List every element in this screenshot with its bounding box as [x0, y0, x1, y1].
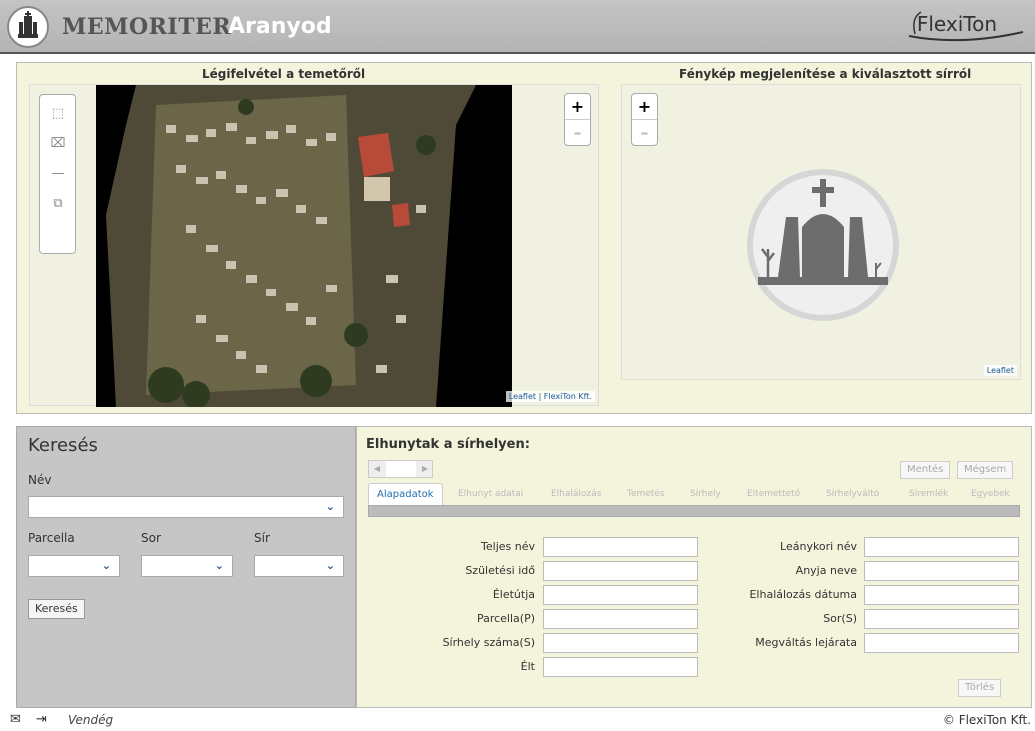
header-bar: MEMORITER Aranyod FlexiTon	[0, 0, 1035, 54]
photo-zoom-in-button[interactable]: +	[632, 94, 657, 119]
row-label: Sor	[141, 531, 161, 545]
chevron-down-icon: ⌄	[325, 500, 335, 513]
map-panel: Légifelvétel a temetőről Fénykép megjele…	[16, 62, 1032, 414]
login-icon[interactable]: ⇥	[36, 712, 47, 727]
aerial-map-title: Légifelvétel a temetőről	[202, 67, 366, 81]
aerial-map[interactable]: ⬚ ⌧ — ⧉ + – Leaflet | FlexiTon Kft.	[29, 84, 599, 407]
lived-label: Élt	[520, 660, 535, 673]
draw-line-icon[interactable]: —	[49, 165, 67, 183]
redemption-expiry-input[interactable]	[864, 633, 1019, 653]
biography-label: Életútja	[492, 588, 535, 601]
details-tabs: Alapadatok Elhunyt adatai Elhalálozás Te…	[368, 483, 1022, 521]
photo-zoom-out-button[interactable]: –	[632, 119, 657, 144]
details-panel: Elhunytak a sírhelyen: ◀ ▶ Mentés Mégsem…	[356, 426, 1032, 708]
flexiton-logo-text: FlexiTon	[916, 12, 997, 36]
tab-alapadatok[interactable]: Alapadatok	[368, 483, 443, 505]
pager-prev-icon[interactable]: ◀	[369, 461, 385, 477]
save-button[interactable]: Mentés	[900, 461, 951, 479]
tab-egyebek[interactable]: Egyebek	[971, 489, 1010, 499]
aerial-zoom-out-button[interactable]: –	[565, 119, 590, 144]
parcel-select[interactable]: ⌄	[28, 555, 120, 577]
tab-elhalalozas[interactable]: Elhalálozás	[551, 489, 601, 499]
aerial-zoom-in-button[interactable]: +	[565, 94, 590, 119]
grave-placeholder-icon	[747, 169, 899, 321]
mother-name-label: Anyja neve	[795, 564, 857, 577]
photo-map-title: Fénykép megjelenítése a kiválasztott sír…	[679, 67, 972, 81]
town-name: Aranyod	[228, 14, 332, 39]
name-select[interactable]: ⌄	[28, 496, 344, 518]
grave-select[interactable]: ⌄	[254, 555, 344, 577]
aerial-photo	[96, 85, 512, 407]
draw-polygon-icon[interactable]: ⌧	[49, 135, 67, 153]
search-title: Keresés	[28, 435, 98, 456]
tab-content-bar	[368, 505, 1020, 517]
tab-sirhelyvalto[interactable]: Sírhelyváltó	[826, 489, 879, 499]
row-select[interactable]: ⌄	[141, 555, 233, 577]
chevron-down-icon: ⌄	[325, 559, 335, 572]
birth-date-label: Születési idő	[465, 564, 535, 577]
pager-current	[386, 461, 416, 477]
photo-zoom-control: + –	[631, 93, 658, 146]
current-user: Vendég	[68, 713, 114, 727]
death-date-input[interactable]	[864, 585, 1019, 605]
parcel-input[interactable]	[543, 609, 698, 629]
death-date-label: Elhalálozás dátuma	[749, 588, 857, 601]
copyright-text: © FlexiTon Kft.	[942, 713, 1031, 727]
full-name-label: Teljes név	[481, 540, 535, 553]
full-name-input[interactable]	[543, 537, 698, 557]
maiden-name-label: Leánykori név	[780, 540, 857, 553]
chevron-down-icon: ⌄	[101, 559, 111, 572]
grave-label: Sír	[254, 531, 270, 545]
brand-name: MEMORITER	[62, 14, 232, 40]
draw-toolbar: ⬚ ⌧ — ⧉	[39, 94, 76, 254]
parcel-field-label: Parcella(P)	[476, 612, 535, 625]
row-input[interactable]	[864, 609, 1019, 629]
app-root: MEMORITER Aranyod FlexiTon Légifelvétel …	[0, 0, 1035, 731]
delete-button[interactable]: Törlés	[958, 679, 1002, 697]
draw-rectangle-icon[interactable]: ⬚	[49, 105, 67, 123]
redemption-expiry-label: Megváltás lejárata	[755, 636, 857, 649]
lived-input[interactable]	[543, 657, 698, 677]
parcel-label: Parcella	[28, 531, 75, 545]
tab-sirhely[interactable]: Sírhely	[690, 489, 721, 499]
row-field-label: Sor(S)	[823, 612, 857, 625]
deceased-pager: ◀ ▶	[368, 460, 433, 478]
mother-name-input[interactable]	[864, 561, 1019, 581]
tab-eltemetteto[interactable]: Eltemettető	[747, 489, 800, 499]
pager-next-icon[interactable]: ▶	[417, 461, 433, 477]
tab-siremlek[interactable]: Síremlék	[909, 489, 948, 499]
aerial-zoom-control: + –	[564, 93, 591, 146]
edit-layers-icon[interactable]: ⧉	[49, 195, 67, 213]
tab-elhunyt-adatai[interactable]: Elhunyt adatai	[458, 489, 523, 499]
grave-number-input[interactable]	[543, 633, 698, 653]
birth-date-input[interactable]	[543, 561, 698, 581]
cancel-button[interactable]: Mégsem	[957, 461, 1014, 479]
maiden-name-input[interactable]	[864, 537, 1019, 557]
aerial-attribution[interactable]: Leaflet | FlexiTon Kft.	[505, 391, 595, 402]
grave-number-label: Sírhely száma(S)	[442, 636, 535, 649]
details-title: Elhunytak a sírhelyen:	[366, 437, 530, 452]
biography-input[interactable]	[543, 585, 698, 605]
mail-icon[interactable]: ✉	[10, 712, 21, 727]
footer-bar: ✉ ⇥ Vendég © FlexiTon Kft.	[0, 710, 1035, 731]
cemetery-logo-icon	[7, 6, 49, 48]
photo-attribution[interactable]: Leaflet	[983, 365, 1017, 376]
search-panel: Keresés Név ⌄ Parcella Sor Sír ⌄ ⌄ ⌄ Ker…	[16, 426, 356, 708]
tab-temetes[interactable]: Temetés	[627, 489, 665, 499]
search-button[interactable]: Keresés	[28, 599, 85, 619]
name-label: Név	[28, 473, 52, 487]
photo-map[interactable]: + – Leaflet	[621, 84, 1021, 380]
chevron-down-icon: ⌄	[214, 559, 224, 572]
